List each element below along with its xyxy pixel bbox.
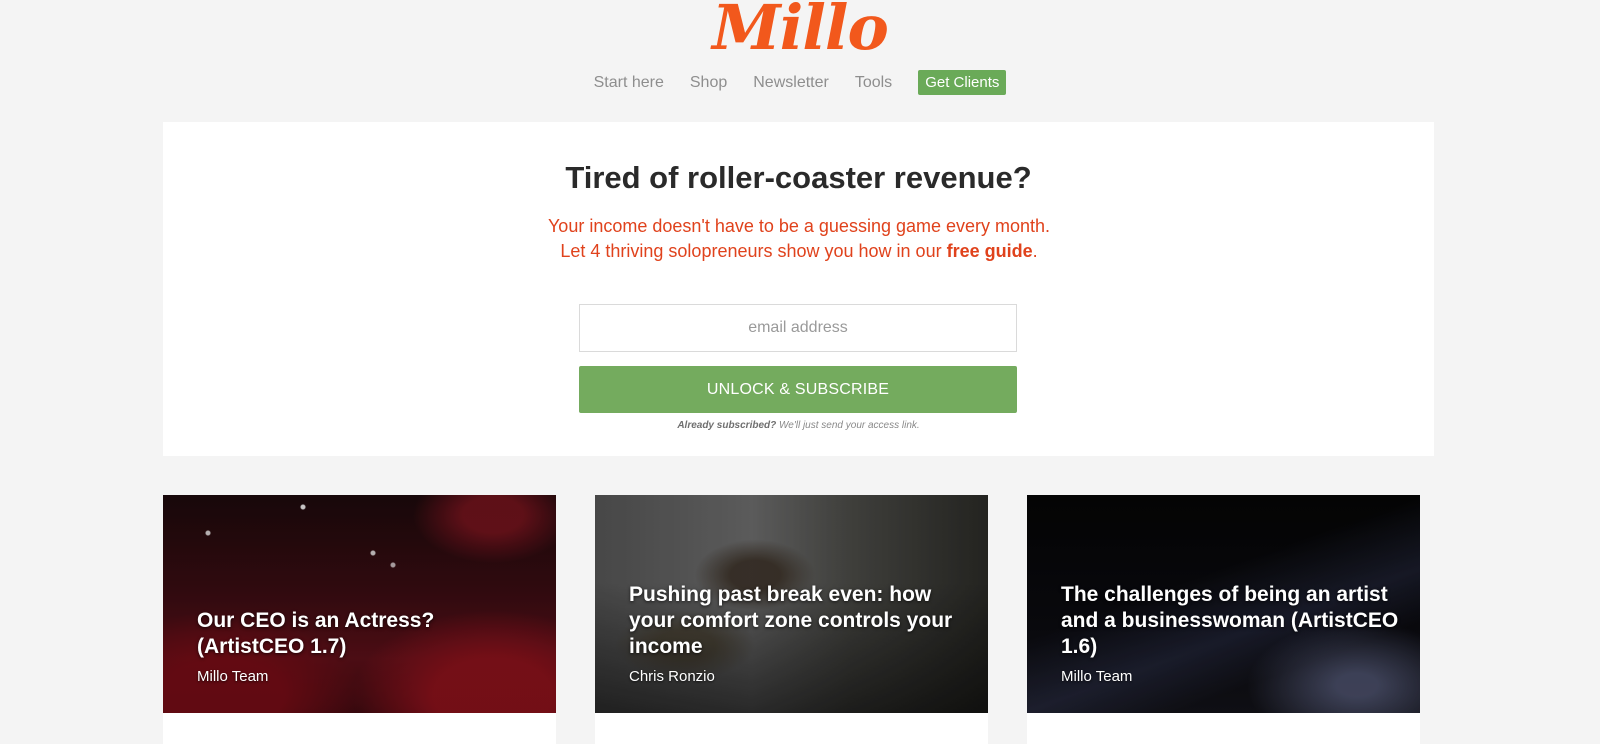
article-card[interactable]: The challenges of being an artist and a …: [1027, 495, 1420, 744]
signup-title: Tired of roller-coaster revenue?: [565, 160, 1032, 195]
already-subscribed-text: We'll just send your access link.: [776, 420, 920, 431]
article-author: Millo Team: [197, 668, 269, 685]
article-card[interactable]: Pushing past break even: how your comfor…: [595, 495, 988, 744]
free-guide-emphasis: free guide: [946, 241, 1033, 261]
signup-description: Your income doesn't have to be a guessin…: [543, 214, 1055, 264]
main-nav: Start here Shop Newsletter Tools Get Cli…: [0, 70, 1600, 95]
article-image-stage[interactable]: The challenges of being an artist and a …: [1027, 495, 1420, 713]
unlock-subscribe-button[interactable]: UNLOCK & SUBSCRIBE: [579, 366, 1017, 413]
nav-shop[interactable]: Shop: [690, 74, 727, 92]
article-image-gym[interactable]: Pushing past break even: how your comfor…: [595, 495, 988, 713]
nav-newsletter[interactable]: Newsletter: [753, 74, 829, 92]
article-title[interactable]: The challenges of being an artist and a …: [1061, 582, 1400, 660]
article-title[interactable]: Our CEO is an Actress? (ArtistCEO 1.7): [197, 608, 536, 660]
article-card[interactable]: Our CEO is an Actress? (ArtistCEO 1.7) M…: [163, 495, 556, 744]
already-subscribed-note: Already subscribed? We'll just send your…: [163, 420, 1434, 431]
nav-tools[interactable]: Tools: [855, 74, 892, 92]
signup-description-end: .: [1032, 241, 1038, 261]
email-input[interactable]: [579, 304, 1017, 352]
page: Millo Start here Shop Newsletter Tools G…: [0, 0, 1600, 744]
article-image-theater[interactable]: Our CEO is an Actress? (ArtistCEO 1.7) M…: [163, 495, 556, 713]
signup-box: Tired of roller-coaster revenue? Your in…: [163, 122, 1434, 456]
nav-start-here[interactable]: Start here: [594, 74, 664, 92]
article-author: Chris Ronzio: [629, 668, 715, 685]
article-author: Millo Team: [1061, 668, 1133, 685]
nav-get-clients-button[interactable]: Get Clients: [918, 70, 1007, 95]
site-logo[interactable]: Millo: [0, 0, 1600, 64]
already-subscribed-label: Already subscribed?: [677, 420, 777, 431]
article-title[interactable]: Pushing past break even: how your comfor…: [629, 582, 968, 660]
